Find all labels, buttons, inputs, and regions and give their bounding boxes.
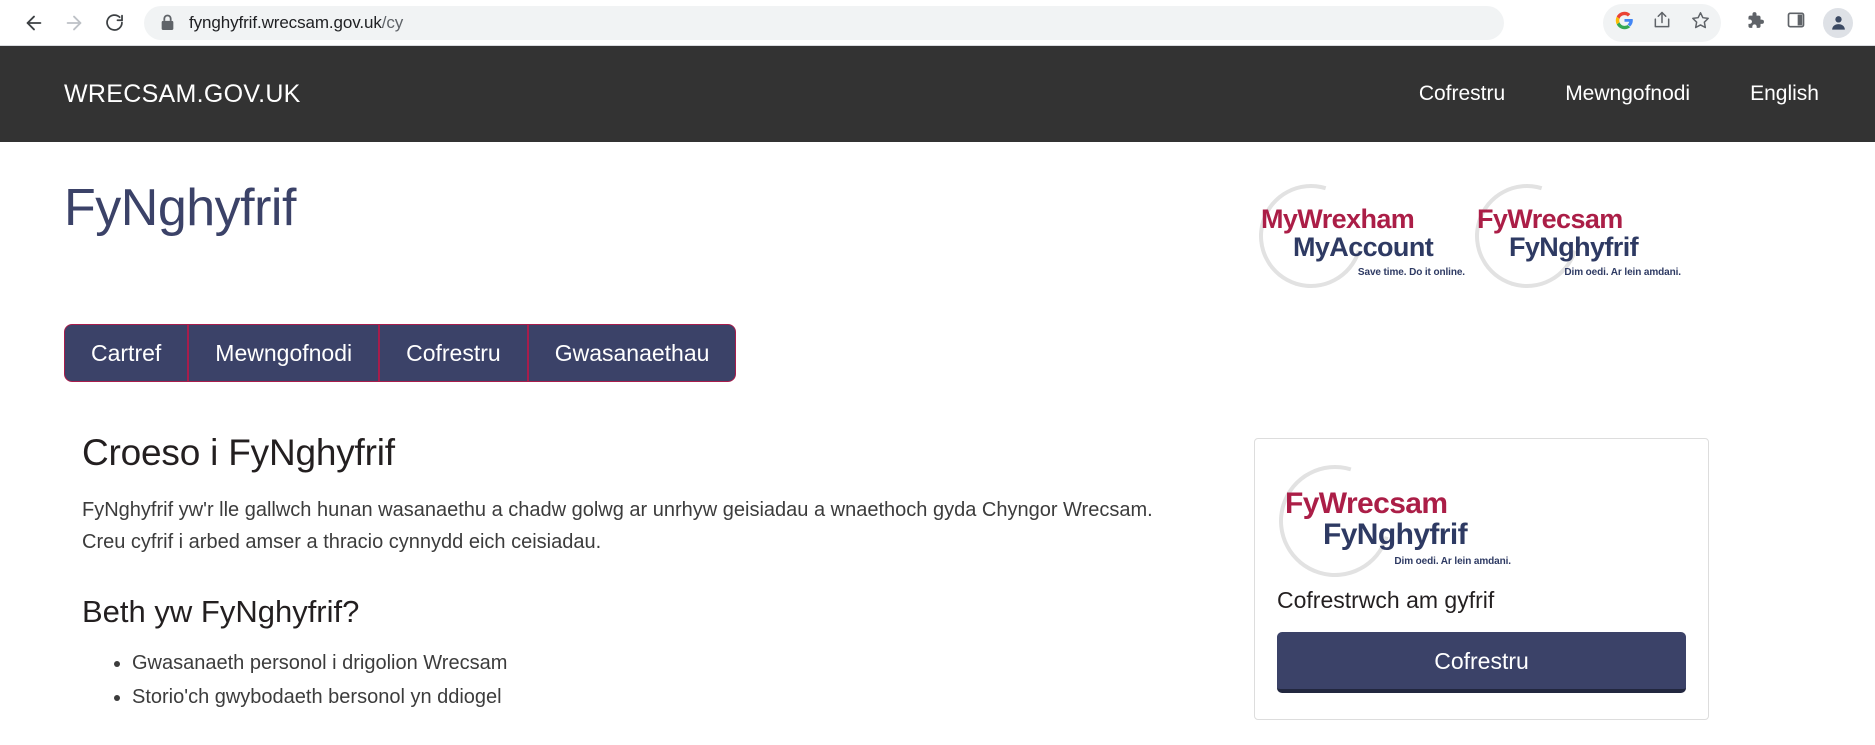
url-path: /cy bbox=[381, 12, 404, 32]
logo-line2: FyNghyfrif bbox=[1323, 518, 1468, 551]
forward-button[interactable] bbox=[54, 3, 94, 43]
welcome-heading: Croeso i FyNghyfrif bbox=[82, 432, 395, 473]
main-nav-tabs: Cartref Mewngofnodi Cofrestru Gwasanaeth… bbox=[64, 324, 737, 382]
page-content: FyNghyfrif MyWrexham MyAccount Save time… bbox=[0, 142, 1875, 720]
logo-text: FyWrecsam FyNghyfrif Dim oedi. Ar lein a… bbox=[1277, 487, 1577, 567]
sidebar-column: FyWrecsam FyNghyfrif Dim oedi. Ar lein a… bbox=[1254, 432, 1819, 720]
logo-tagline: Save time. Do it online. bbox=[1357, 267, 1465, 278]
bookmark-star-icon bbox=[1690, 10, 1711, 36]
logo-tagline: Dim oedi. Ar lein amdani. bbox=[1564, 267, 1681, 278]
logo-line1: FyWrecsam bbox=[1285, 487, 1448, 520]
logo-lockup: MyWrexham MyAccount Save time. Do it onl… bbox=[1240, 165, 1819, 307]
profile-avatar-icon bbox=[1823, 7, 1853, 38]
tab-mewngofnodi[interactable]: Mewngofnodi bbox=[187, 325, 378, 381]
mywrexham-logo: MyWrexham MyAccount Save time. Do it onl… bbox=[1240, 165, 1469, 307]
tab-cartref[interactable]: Cartref bbox=[65, 325, 187, 381]
header-nav-english[interactable]: English bbox=[1750, 82, 1819, 106]
what-is-heading: Beth yw FyNghyfrif? bbox=[82, 594, 360, 629]
logo-line2: FyNghyfrif bbox=[1509, 232, 1639, 262]
logo-line2: MyAccount bbox=[1293, 232, 1434, 262]
reload-icon bbox=[104, 12, 125, 33]
header-nav: Cofrestru Mewngofnodi English bbox=[1419, 82, 1819, 106]
bookmark-button[interactable] bbox=[1681, 4, 1719, 42]
feature-list: Gwasanaeth personol i drigolion Wrecsam … bbox=[82, 646, 1194, 714]
omnibox-actions-group bbox=[1603, 3, 1721, 42]
tab-gwasanaethau[interactable]: Gwasanaethau bbox=[526, 325, 736, 381]
back-button[interactable] bbox=[14, 3, 54, 43]
lock-icon[interactable] bbox=[160, 14, 175, 31]
list-item: Gwasanaeth personol i drigolion Wrecsam bbox=[132, 646, 1194, 680]
side-panel-button[interactable] bbox=[1777, 4, 1815, 42]
intro-paragraph: FyNghyfrif yw'r lle gallwch hunan wasana… bbox=[82, 499, 1153, 553]
browser-toolbar: fynghyfrif.wrecsam.gov.uk/cy bbox=[0, 0, 1875, 46]
browser-actions bbox=[1603, 3, 1857, 42]
header-nav-cofrestru[interactable]: Cofrestru bbox=[1419, 82, 1505, 106]
page-title: FyNghyfrif bbox=[64, 179, 296, 237]
logo-line1: FyWrecsam bbox=[1477, 204, 1623, 234]
extensions-button[interactable] bbox=[1735, 4, 1773, 42]
register-card: FyWrecsam FyNghyfrif Dim oedi. Ar lein a… bbox=[1254, 438, 1709, 720]
share-button[interactable] bbox=[1643, 4, 1681, 42]
fywrecsam-logo: FyWrecsam FyNghyfrif Dim oedi. Ar lein a… bbox=[1456, 165, 1685, 307]
side-panel-icon bbox=[1786, 10, 1806, 35]
google-search-button[interactable] bbox=[1605, 4, 1643, 42]
title-row: FyNghyfrif MyWrexham MyAccount Save time… bbox=[64, 142, 1819, 307]
header-nav-mewngofnodi[interactable]: Mewngofnodi bbox=[1565, 82, 1690, 106]
google-icon bbox=[1615, 11, 1634, 35]
url-text: fynghyfrif.wrecsam.gov.uk/cy bbox=[189, 13, 403, 33]
address-bar[interactable]: fynghyfrif.wrecsam.gov.uk/cy bbox=[144, 5, 1504, 40]
card-heading: Cofrestrwch am gyfrif bbox=[1277, 587, 1495, 613]
profile-button[interactable] bbox=[1819, 4, 1857, 42]
forward-arrow-icon bbox=[63, 12, 85, 34]
card-logo: FyWrecsam FyNghyfrif Dim oedi. Ar lein a… bbox=[1259, 445, 1577, 597]
logo-text: MyWrexham MyAccount Save time. Do it onl… bbox=[1253, 204, 1469, 278]
site-brand[interactable]: WRECSAM.GOV.UK bbox=[64, 80, 301, 109]
logo-line1: MyWrexham bbox=[1261, 204, 1415, 234]
extensions-puzzle-icon bbox=[1744, 10, 1765, 36]
back-arrow-icon bbox=[23, 12, 45, 34]
register-button[interactable]: Cofrestru bbox=[1277, 632, 1686, 693]
main-column: Croeso i FyNghyfrif FyNghyfrif yw'r lle … bbox=[64, 432, 1194, 720]
site-header: WRECSAM.GOV.UK Cofrestru Mewngofnodi Eng… bbox=[0, 46, 1875, 142]
url-domain: fynghyfrif.wrecsam.gov.uk bbox=[189, 12, 382, 32]
content-columns: Croeso i FyNghyfrif FyNghyfrif yw'r lle … bbox=[64, 432, 1819, 720]
list-item: Storio'ch gwybodaeth bersonol yn ddiogel bbox=[132, 680, 1194, 714]
tab-cofrestru[interactable]: Cofrestru bbox=[378, 325, 527, 381]
share-icon bbox=[1652, 10, 1672, 35]
logo-tagline: Dim oedi. Ar lein amdani. bbox=[1394, 556, 1511, 567]
logo-text: FyWrecsam FyNghyfrif Dim oedi. Ar lein a… bbox=[1469, 204, 1685, 278]
reload-button[interactable] bbox=[94, 3, 134, 43]
